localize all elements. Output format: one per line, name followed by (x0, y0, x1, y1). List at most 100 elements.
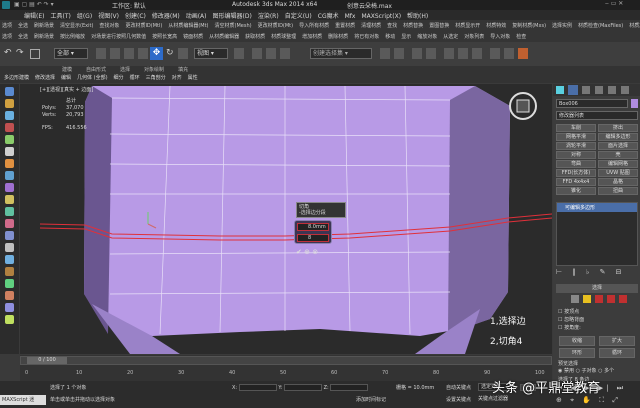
left-tool-icon[interactable] (5, 87, 14, 96)
plugin-button[interactable]: 导入对象 (490, 33, 510, 40)
viewport-label[interactable]: [+][透视][真实 + 边面] (40, 86, 93, 93)
ribbon-panel[interactable]: 编辑 (61, 74, 71, 81)
by-angle-option[interactable]: ☐ 按角度: (558, 324, 584, 332)
align-icon[interactable] (394, 48, 404, 59)
plugin-button[interactable]: 从材质编辑器 (209, 33, 239, 40)
navigation-controls[interactable]: ⊕ ⌖ ✋ ⛶ ⤢ (556, 396, 621, 405)
modifier-button[interactable]: 编辑网格 (598, 160, 638, 168)
plugin-button[interactable]: 材质显示开 (455, 22, 480, 29)
plugin-button[interactable]: 全选 (18, 22, 28, 29)
modifier-stack[interactable]: 可编辑多边形 (556, 202, 638, 266)
z-field[interactable] (330, 384, 369, 391)
left-tool-icon[interactable] (5, 207, 14, 216)
ribbon-tab[interactable]: 建模 (62, 66, 72, 73)
auto-key-label[interactable]: 自动关键点 (446, 384, 471, 391)
plugin-button[interactable]: 缩放对象 (417, 33, 437, 40)
rotate-icon[interactable]: ↻ (166, 48, 174, 58)
move-icon[interactable]: ✥ (150, 47, 163, 60)
plugin-button[interactable]: 删除材质 (328, 33, 348, 40)
plugin-button[interactable]: 材质特效 (486, 22, 506, 29)
graphite-icon[interactable] (426, 48, 436, 59)
plugin-button[interactable]: 材质球整理 (271, 33, 296, 40)
menu-item[interactable]: 修改器(M) (152, 11, 180, 20)
key-filters-button[interactable]: 关键点过滤器 (478, 395, 508, 402)
left-tool-icon[interactable] (5, 99, 14, 108)
object-color-swatch[interactable] (631, 99, 638, 108)
modifier-button[interactable]: 壳 (598, 151, 638, 159)
window-crossing-icon[interactable] (138, 48, 148, 59)
by-vertex-option[interactable]: ☐ 按顶点 (558, 308, 584, 316)
redo-icon[interactable]: ↷ (16, 48, 24, 58)
modifier-button[interactable]: 网格平滑 (556, 133, 596, 141)
plugin-button[interactable]: 按照长宽高 (152, 33, 177, 40)
plugin-button[interactable]: 刷新场景 (34, 22, 54, 29)
y-field[interactable] (283, 384, 322, 391)
plugin-button[interactable]: 清理材质 (361, 22, 381, 29)
render-frame-icon[interactable] (504, 48, 514, 59)
caddy-cancel-icon[interactable]: ⊗ (312, 248, 318, 256)
plugin-button[interactable]: 对场景进行按照几何数值 (91, 33, 146, 40)
left-tool-icon[interactable] (5, 195, 14, 204)
plugin-button[interactable]: 按比例缩放 (60, 33, 85, 40)
plugin-button[interactable]: 置图替换 (429, 22, 449, 29)
plugin-button[interactable]: 全选 (18, 33, 28, 40)
modifier-button[interactable]: 车削 (556, 124, 596, 132)
edge-mode-icon[interactable] (583, 295, 591, 303)
menu-item[interactable]: Mfx (345, 13, 356, 20)
menu-item[interactable]: 组(G) (77, 11, 92, 20)
menu-item[interactable]: 帮助(H) (407, 11, 428, 20)
ref-coord-dropdown[interactable]: 视图 ▾ (194, 48, 228, 59)
ribbon-panel[interactable]: 属性 (188, 74, 198, 81)
left-tool-icon[interactable] (5, 231, 14, 240)
x-field[interactable] (238, 384, 277, 391)
quick-access-icons[interactable]: ▣ ▢ ▤ ↶ ↷ ▾ (14, 1, 54, 8)
object-name-field[interactable]: Box006 (556, 99, 628, 108)
ribbon-tab[interactable]: 填充 (178, 66, 188, 73)
ribbon-panel[interactable]: 循环 (130, 74, 140, 81)
shrink-button[interactable]: 收缩 (559, 336, 595, 346)
plugin-button[interactable]: 清空显示(Exit) (60, 22, 93, 29)
set-key-label[interactable]: 设置关键点 (446, 396, 471, 403)
plugin-button[interactable]: 选项 (2, 33, 12, 40)
modifier-list-dropdown[interactable]: 修改器列表 (556, 111, 638, 120)
menu-item[interactable]: 视图(V) (98, 11, 119, 20)
left-tool-icon[interactable] (5, 183, 14, 192)
modifier-button[interactable]: UVW 贴图 (598, 169, 638, 177)
menu-item[interactable]: 编辑(E) (24, 11, 44, 20)
plugin-button[interactable]: 刷新场景 (34, 33, 54, 40)
modifier-button[interactable]: 涡轮平滑 (556, 142, 596, 150)
named-selection-dropdown[interactable]: 创建选择集 ▾ (310, 48, 372, 59)
maxscript-listener[interactable]: MAXScript 迷 (0, 395, 46, 405)
ignore-backface-option[interactable]: ☐ 忽略背面 (558, 316, 584, 324)
caddy-apply-icon[interactable]: ⊕ (304, 248, 310, 256)
render-teapot-icon[interactable] (518, 48, 528, 59)
link-icon[interactable] (30, 49, 40, 59)
ribbon-panel[interactable]: 多边形建模 (4, 74, 29, 81)
plugin-button[interactable]: 材质加密 (629, 22, 640, 29)
render-setup-icon[interactable] (490, 48, 500, 59)
loop-button[interactable]: 循环 (599, 348, 635, 358)
snap-toggle-icon[interactable] (252, 48, 262, 59)
grow-button[interactable]: 扩大 (599, 336, 635, 346)
plugin-button[interactable]: 材质检查(MaxFiles) (578, 22, 623, 29)
plugin-button[interactable]: 显示 (401, 33, 411, 40)
left-tool-icon[interactable] (5, 315, 14, 324)
left-tool-icon[interactable] (5, 111, 14, 120)
modifier-button[interactable]: FFD(长方体) (556, 169, 596, 177)
menu-item[interactable]: 工具(T) (50, 11, 70, 20)
add-time-tag[interactable]: 添加时间标记 (356, 396, 386, 403)
modifier-button[interactable]: 编辑多边形 (598, 133, 638, 141)
rollout-select-header[interactable]: 选择 (556, 284, 638, 293)
left-tool-icon[interactable] (5, 171, 14, 180)
select-object-icon[interactable] (96, 48, 106, 59)
modifier-button[interactable]: FFD 4x4x4 (556, 178, 596, 186)
material-editor-icon[interactable] (472, 48, 482, 59)
plugin-button[interactable]: 清空材质(Mesh) (215, 22, 252, 29)
left-tool-icon[interactable] (5, 267, 14, 276)
timeline-ticks[interactable]: 0 10 20 30 40 50 60 70 80 90 100 (20, 367, 552, 379)
time-slider[interactable]: 0 / 100 (20, 356, 552, 365)
ribbon-tab[interactable]: 自由形式 (86, 66, 106, 73)
plugin-button[interactable]: 查找对象 (99, 22, 119, 29)
schematic-view-icon[interactable] (458, 48, 468, 59)
modifier-button[interactable]: 对称 (556, 151, 596, 159)
